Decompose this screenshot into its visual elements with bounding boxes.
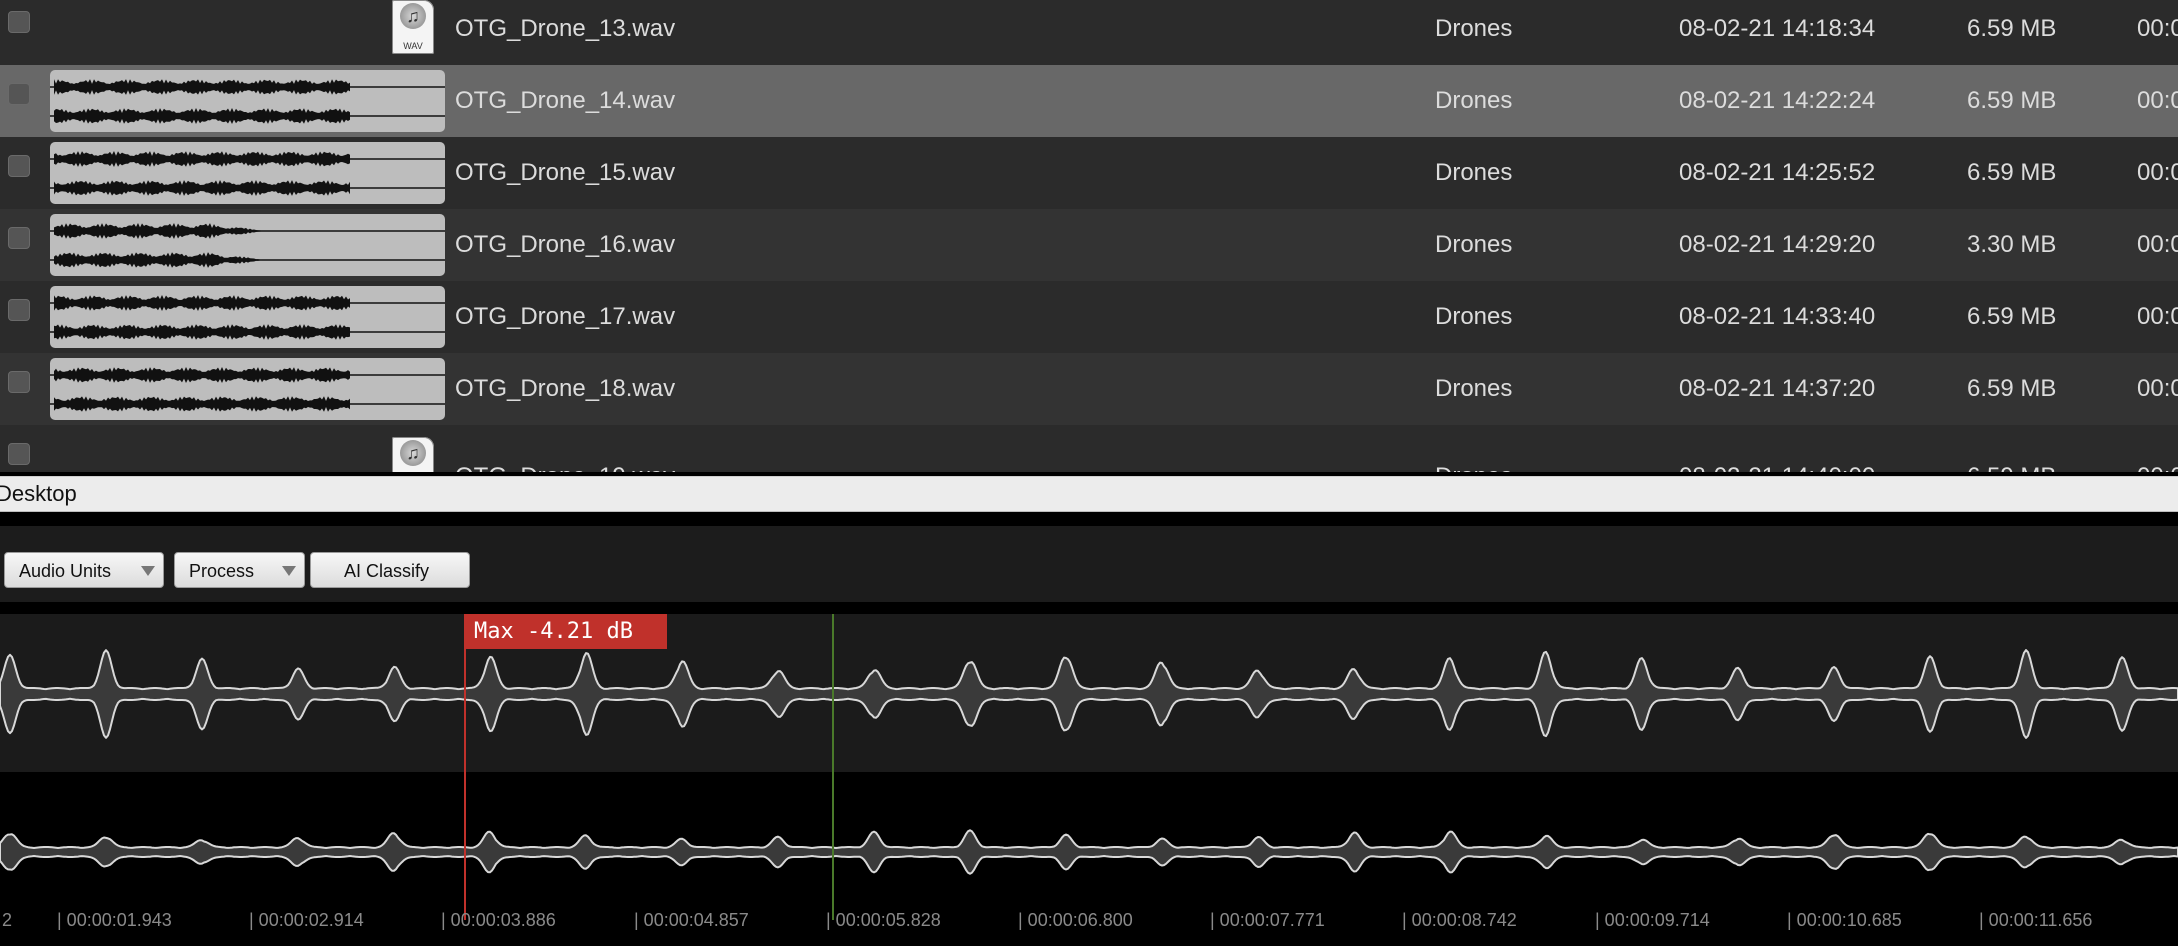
file-name: OTG_Drone_18.wav (455, 375, 676, 402)
time-tick: 2 (2, 910, 13, 930)
file-size: 6.59 MB (1967, 87, 2057, 114)
ai-classify-label: AI Classify (344, 561, 430, 581)
chevron-down-icon (141, 566, 155, 576)
row-checkbox[interactable] (8, 83, 30, 105)
list-item[interactable]: OTG_Drone_18.wav Drones 08-02-21 14:37:20 6… (0, 353, 2178, 425)
time-tick: | 00:00:04.857 (634, 910, 749, 930)
date-modified: 08-02-21 14:18:34 (1679, 15, 1876, 42)
file-name: OTG_Drone_14.wav (455, 87, 676, 114)
file-extension-label: WAV (403, 41, 423, 51)
file-size: 6.59 MB (1967, 375, 2057, 402)
row-checkbox[interactable] (8, 11, 30, 33)
file-size: 6.59 MB (1967, 15, 2057, 42)
music-note-icon: ♫ (400, 440, 426, 466)
file-size: 6.59 MB (1967, 441, 2056, 472)
row-checkbox[interactable] (8, 227, 30, 249)
channel-2-waveform (0, 829, 2178, 875)
max-level-badge: Max -4.21 dB (465, 614, 667, 649)
audio-file-icon: ♫ (392, 437, 434, 472)
list-item[interactable]: ♫ WAV OTG_Drone_13.wav Drones 08-02-21 14:18… (0, 0, 2178, 65)
category: Drones (1435, 303, 1513, 330)
waveform-editor[interactable]: Max -4.21 dB 2 | 00:00:01.943 | 00:00:02.9… (0, 614, 2178, 946)
time-tick: | 00:00:10.685 (1787, 910, 1902, 930)
row-checkbox[interactable] (8, 155, 30, 177)
file-size: 3.30 MB (1967, 231, 2057, 258)
duration: 00:0 (2137, 375, 2178, 402)
waveform-thumbnail (50, 286, 445, 348)
category: Drones (1435, 231, 1513, 258)
audio-units-label: Audio Units (19, 561, 112, 581)
date-modified: 08-02-21 14:29:20 (1679, 231, 1876, 258)
file-name: OTG_Drone_19.wav (455, 441, 675, 472)
list-item[interactable]: OTG_Drone_14.wav Drones 08-02-21 14:22:24 6… (0, 65, 2178, 137)
category: Drones (1435, 15, 1513, 42)
date-modified: 08-02-21 14:25:52 (1679, 159, 1876, 186)
row-checkbox[interactable] (8, 371, 30, 393)
time-tick: | 00:00:07.771 (1210, 910, 1325, 930)
file-name: OTG_Drone_17.wav (455, 303, 676, 330)
file-list: ♫ WAV OTG_Drone_13.wav Drones 08-02-21 14:18… (0, 0, 2178, 472)
date-modified: 08-02-21 14:33:40 (1679, 303, 1876, 330)
duration: 00:0 (2137, 15, 2178, 42)
date-modified: 08-02-21 14:37:20 (1679, 375, 1876, 402)
file-name: OTG_Drone_16.wav (455, 231, 676, 258)
duration: 00:0 (2137, 87, 2178, 114)
path-bar: Desktop (0, 476, 2178, 512)
waveform-thumbnail (50, 70, 445, 132)
file-size: 6.59 MB (1967, 159, 2057, 186)
duration: 00:0 (2137, 303, 2178, 330)
channel-1-waveform (0, 649, 2178, 739)
category: Drones (1435, 87, 1513, 114)
duration: 00:0 (2137, 441, 2178, 472)
row-checkbox[interactable] (8, 299, 30, 321)
ai-classify-button[interactable]: AI Classify (310, 552, 470, 588)
date-modified: 08-02-21 14:40:00 (1679, 441, 1875, 472)
waveform-display[interactable] (0, 614, 2178, 946)
time-tick: | 00:00:06.800 (1018, 910, 1133, 930)
list-item[interactable]: OTG_Drone_15.wav Drones 08-02-21 14:25:52 6… (0, 137, 2178, 209)
list-item[interactable]: OTG_Drone_16.wav Drones 08-02-21 14:29:20 3… (0, 209, 2178, 281)
file-name: OTG_Drone_15.wav (455, 159, 676, 186)
file-size: 6.59 MB (1967, 303, 2057, 330)
time-tick: | 00:00:01.943 (57, 910, 172, 930)
duration: 00:0 (2137, 159, 2178, 186)
waveform-thumbnail (50, 214, 445, 276)
path-label: Desktop (0, 481, 77, 506)
chevron-down-icon (282, 566, 296, 576)
duration: 00:0 (2137, 231, 2178, 258)
audio-units-dropdown[interactable]: Audio Units (4, 552, 164, 588)
time-tick: | 00:00:08.742 (1402, 910, 1517, 930)
toolbar: Audio Units Process AI Classify (0, 526, 2178, 602)
list-item[interactable]: OTG_Drone_17.wav Drones 08-02-21 14:33:40 6… (0, 281, 2178, 353)
time-tick: | 00:00:02.914 (249, 910, 364, 930)
category: Drones (1435, 375, 1513, 402)
process-dropdown[interactable]: Process (174, 552, 305, 588)
date-modified: 08-02-21 14:22:24 (1679, 87, 1876, 114)
row-checkbox[interactable] (8, 443, 30, 465)
time-tick: | 00:00:05.828 (826, 910, 941, 930)
audio-file-icon: ♫ WAV (392, 0, 434, 54)
music-note-icon: ♫ (400, 3, 426, 29)
category: Drones (1435, 441, 1512, 472)
waveform-thumbnail (50, 142, 445, 204)
list-item[interactable]: ♫ OTG_Drone_19.wav Drones 08-02-21 14:40:00… (0, 425, 2178, 472)
category: Drones (1435, 159, 1513, 186)
time-tick: | 00:00:03.886 (441, 910, 556, 930)
waveform-thumbnail (50, 358, 445, 420)
time-tick: | 00:00:11.656 (1979, 910, 2093, 930)
file-name: OTG_Drone_13.wav (455, 15, 676, 42)
process-label: Process (189, 561, 255, 581)
time-tick: | 00:00:09.714 (1595, 910, 1710, 930)
